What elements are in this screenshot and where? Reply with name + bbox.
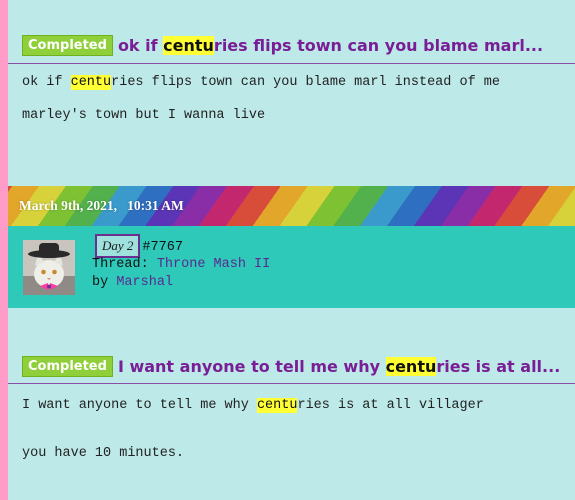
status-badge: Completed xyxy=(22,35,113,56)
by-label: by xyxy=(92,275,117,290)
author-link[interactable]: Marshal xyxy=(116,275,173,290)
search-highlight: centu xyxy=(70,75,112,90)
thread-info-box: Day 2 #7767 Thread: Throne Mash II by Mar… xyxy=(8,226,575,310)
thread-label: Thread: xyxy=(92,257,157,272)
post-title-link[interactable]: ok if centuries flips town can you blame… xyxy=(118,36,543,55)
title-divider xyxy=(8,383,575,384)
thread-link[interactable]: Throne Mash II xyxy=(157,257,270,272)
search-result-post-1: Completed ok if centuries flips town can… xyxy=(8,0,575,181)
search-highlight: centu xyxy=(385,357,437,376)
post-title-link[interactable]: I want anyone to tell me why centuries i… xyxy=(118,357,560,376)
post-body-line: you have 10 minutes. xyxy=(22,446,185,461)
post-body-line: ok if centuries flips town can you blame… xyxy=(22,75,500,90)
title-divider xyxy=(8,63,575,64)
search-highlight: centu xyxy=(256,398,298,413)
day-badge: Day 2 xyxy=(95,234,141,258)
post-title-row[interactable]: Completed ok if centuries flips town can… xyxy=(22,35,543,56)
post-title-row[interactable]: Completed I want anyone to tell me why c… xyxy=(22,356,560,377)
cat-cowboy-avatar-icon[interactable] xyxy=(23,240,75,295)
search-result-post-2: Completed I want anyone to tell me why c… xyxy=(8,308,575,500)
search-highlight: centu xyxy=(163,36,214,55)
post-body-line: I want anyone to tell me why centuries i… xyxy=(22,398,484,413)
thread-info: Day 2 #7767 Thread: Throne Mash II by Mar… xyxy=(92,234,270,292)
post-number[interactable]: #7767 xyxy=(142,240,183,255)
post-body-line: marley's town but I wanna live xyxy=(22,108,266,123)
status-badge: Completed xyxy=(22,356,113,377)
post-date: March 9th, 2021, 10:31 AM xyxy=(19,198,184,213)
thread-date-bar: March 9th, 2021, 10:31 AM xyxy=(8,186,575,226)
